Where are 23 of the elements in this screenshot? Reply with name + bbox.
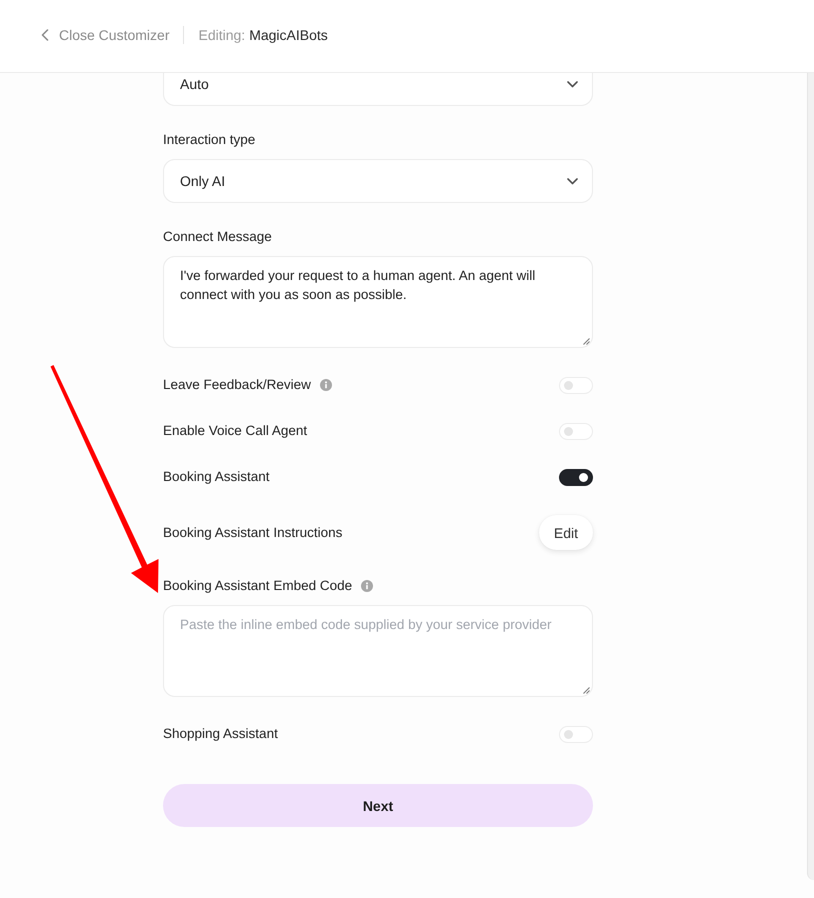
dropdown[interactable]: Auto [163,73,593,106]
toggle-switch[interactable] [559,468,593,486]
setting-label: Enable Voice Call Agent [163,422,308,440]
setting-label: Booking Assistant [163,468,270,486]
chevron-down-icon [567,178,578,184]
resize-grip-icon[interactable] [583,338,590,345]
edit-button[interactable]: Edit [538,515,593,550]
editing-label: Editing: [198,26,246,42]
field-label: Connect Message [163,228,272,246]
chevron-down-icon [567,80,578,88]
dropdown[interactable]: Only AI [163,159,593,203]
resize-grip-icon[interactable] [583,687,590,694]
setting-label: Leave Feedback/Review [163,376,311,394]
next-button[interactable]: Next [163,784,593,827]
chevron-left-icon [41,28,49,40]
text-area-field[interactable]: I've forwarded your request to a human agent. An agent will connect with you as soon as possible. [163,256,593,348]
setting-label: Booking Assistant Instructions [163,524,342,542]
field-label: Booking Assistant Embed Code [163,577,352,595]
field-label: Interaction type [163,131,256,149]
bot-name: MagicAIBots [249,26,328,42]
info-icon[interactable] [361,580,374,592]
info-icon[interactable] [320,379,332,391]
setting-label: Shopping Assistant [163,725,278,743]
